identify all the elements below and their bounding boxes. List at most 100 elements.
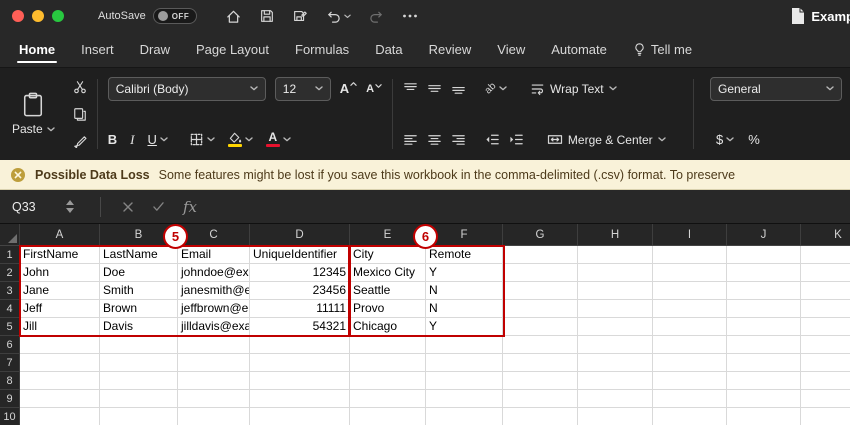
cell-D7[interactable] <box>250 354 350 372</box>
cell-C7[interactable] <box>178 354 250 372</box>
tab-draw[interactable]: Draw <box>127 32 183 67</box>
cancel-entry-button[interactable] <box>122 201 134 213</box>
cell-J8[interactable] <box>727 372 801 390</box>
tab-formulas[interactable]: Formulas <box>282 32 362 67</box>
zoom-button[interactable] <box>52 10 64 22</box>
cell-B2[interactable]: Doe <box>100 264 178 282</box>
cell-H7[interactable] <box>578 354 653 372</box>
home-icon[interactable] <box>225 8 242 25</box>
cell-D4[interactable]: 11111 <box>250 300 350 318</box>
row-header-6[interactable]: 6 <box>0 336 20 354</box>
cell-H10[interactable] <box>578 408 653 425</box>
row-header-10[interactable]: 10 <box>0 408 20 425</box>
cell-K5[interactable] <box>801 318 850 336</box>
cell-D3[interactable]: 23456 <box>250 282 350 300</box>
cell-A6[interactable] <box>20 336 100 354</box>
cell-K8[interactable] <box>801 372 850 390</box>
tab-data[interactable]: Data <box>362 32 415 67</box>
tab-automate[interactable]: Automate <box>538 32 620 67</box>
cell-C6[interactable] <box>178 336 250 354</box>
row-header-5[interactable]: 5 <box>0 318 20 336</box>
cell-A3[interactable]: Jane <box>20 282 100 300</box>
cell-F7[interactable] <box>426 354 503 372</box>
cell-E5[interactable]: Chicago <box>350 318 426 336</box>
increase-font-button[interactable]: A <box>340 81 357 96</box>
align-left-button[interactable] <box>403 132 418 147</box>
cell-C10[interactable] <box>178 408 250 425</box>
cell-G10[interactable] <box>503 408 578 425</box>
cell-K9[interactable] <box>801 390 850 408</box>
cell-H3[interactable] <box>578 282 653 300</box>
column-header-c[interactable]: C <box>178 224 250 245</box>
align-right-button[interactable] <box>451 132 466 147</box>
confirm-entry-button[interactable] <box>152 201 165 212</box>
percent-button[interactable]: % <box>748 132 760 147</box>
cell-C2[interactable]: johndoe@ex <box>178 264 250 282</box>
cell-B5[interactable]: Davis <box>100 318 178 336</box>
cell-H9[interactable] <box>578 390 653 408</box>
cut-button[interactable] <box>73 80 87 94</box>
cell-E10[interactable] <box>350 408 426 425</box>
cell-I3[interactable] <box>653 282 727 300</box>
cell-C9[interactable] <box>178 390 250 408</box>
insert-function-button[interactable]: fx <box>183 198 197 216</box>
cell-G2[interactable] <box>503 264 578 282</box>
cell-F1[interactable]: Remote <box>426 246 503 264</box>
number-format-select[interactable]: General <box>710 77 842 101</box>
cell-F3[interactable]: N <box>426 282 503 300</box>
decrease-font-button[interactable]: A <box>366 83 382 95</box>
cell-I8[interactable] <box>653 372 727 390</box>
cell-G3[interactable] <box>503 282 578 300</box>
row-header-8[interactable]: 8 <box>0 372 20 390</box>
cell-K4[interactable] <box>801 300 850 318</box>
cell-K7[interactable] <box>801 354 850 372</box>
cell-J1[interactable] <box>727 246 801 264</box>
cell-C3[interactable]: janesmith@e <box>178 282 250 300</box>
cell-I10[interactable] <box>653 408 727 425</box>
minimize-button[interactable] <box>32 10 44 22</box>
cell-G9[interactable] <box>503 390 578 408</box>
decrease-indent-button[interactable] <box>485 132 500 147</box>
name-box-stepper[interactable] <box>66 200 74 213</box>
cell-C4[interactable]: jeffbrown@e <box>178 300 250 318</box>
cell-J2[interactable] <box>727 264 801 282</box>
cell-A8[interactable] <box>20 372 100 390</box>
cell-E9[interactable] <box>350 390 426 408</box>
row-header-1[interactable]: 1 <box>0 246 20 264</box>
cell-A9[interactable] <box>20 390 100 408</box>
column-header-g[interactable]: G <box>503 224 578 245</box>
cell-B1[interactable]: LastName <box>100 246 178 264</box>
cell-I5[interactable] <box>653 318 727 336</box>
cell-G4[interactable] <box>503 300 578 318</box>
cell-I7[interactable] <box>653 354 727 372</box>
borders-button[interactable] <box>189 132 215 147</box>
cell-E4[interactable]: Provo <box>350 300 426 318</box>
cell-J3[interactable] <box>727 282 801 300</box>
cell-I6[interactable] <box>653 336 727 354</box>
cell-I1[interactable] <box>653 246 727 264</box>
cell-H5[interactable] <box>578 318 653 336</box>
cell-F6[interactable] <box>426 336 503 354</box>
cell-F2[interactable]: Y <box>426 264 503 282</box>
row-header-7[interactable]: 7 <box>0 354 20 372</box>
cell-A10[interactable] <box>20 408 100 425</box>
cell-C5[interactable]: jilldavis@exa <box>178 318 250 336</box>
cell-I4[interactable] <box>653 300 727 318</box>
cell-D5[interactable]: 54321 <box>250 318 350 336</box>
column-header-h[interactable]: H <box>578 224 653 245</box>
cell-A1[interactable]: FirstName <box>20 246 100 264</box>
row-header-3[interactable]: 3 <box>0 282 20 300</box>
cell-J4[interactable] <box>727 300 801 318</box>
cell-F4[interactable]: N <box>426 300 503 318</box>
cell-K2[interactable] <box>801 264 850 282</box>
cell-D1[interactable]: UniqueIdentifier <box>250 246 350 264</box>
increase-indent-button[interactable] <box>509 132 524 147</box>
tab-home[interactable]: Home <box>6 32 68 67</box>
cell-G6[interactable] <box>503 336 578 354</box>
tab-tell-me[interactable]: Tell me <box>620 32 705 67</box>
fill-color-button[interactable] <box>228 132 253 147</box>
align-middle-button[interactable] <box>427 81 442 96</box>
cell-B8[interactable] <box>100 372 178 390</box>
cell-G1[interactable] <box>503 246 578 264</box>
cell-B6[interactable] <box>100 336 178 354</box>
